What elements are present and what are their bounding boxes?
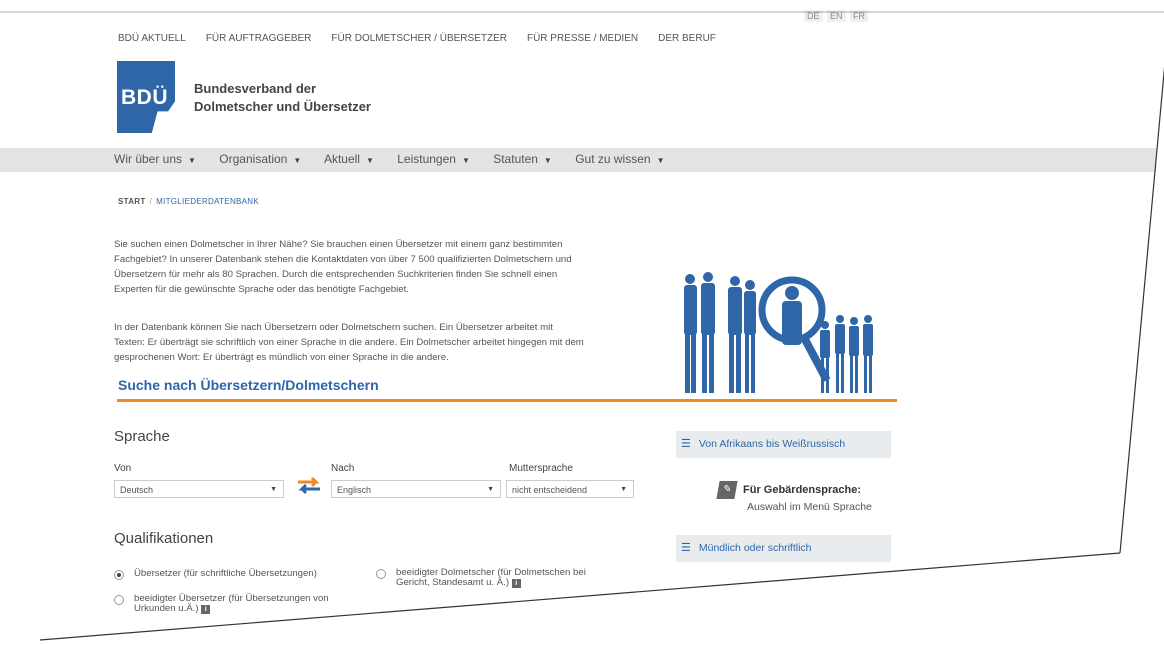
lang-fr[interactable]: FR: [850, 10, 868, 22]
qual-option-dolmetscher[interactable]: Dolm: [114, 627, 157, 639]
page-sheet: DE EN FR BDÜ AKTUELL FÜR AUFTRAGGEBER FÜ…: [0, 0, 1164, 645]
people-search-illustration: [684, 272, 873, 393]
von-select[interactable]: Deutsch ▼: [114, 480, 284, 498]
sign-language-title: Für Gebärdensprache:: [743, 484, 861, 496]
intro-line: Fachgebiet? In unserer Datenbank stehen …: [114, 254, 572, 265]
list-icon: ☰: [681, 438, 691, 450]
nach-label: Nach: [331, 463, 355, 474]
nach-select-value: Englisch: [337, 485, 372, 495]
section-divider: [117, 399, 897, 402]
info-icon[interactable]: i: [511, 579, 521, 588]
qual-option-label: Konf: [396, 599, 416, 610]
logo-text: BDÜ: [121, 86, 168, 109]
topnav-presse[interactable]: FÜR PRESSE / MEDIEN: [527, 33, 638, 44]
topnav-bdue-aktuell[interactable]: BDÜ AKTUELL: [118, 33, 186, 44]
intro-paragraph-1: Sie suchen einen Dolmetscher in Ihrer Nä…: [114, 237, 649, 297]
qual-option-label-text: Gericht, Standesamt u. Ä.): [396, 577, 510, 588]
caret-down-icon[interactable]: ▼: [544, 156, 552, 165]
org-name-line1: Bundesverband der: [194, 81, 317, 96]
chevron-down-icon: ▼: [487, 486, 494, 493]
intro-line: Experten für die gewünschte Sprache oder…: [114, 284, 409, 295]
topnav-beruf[interactable]: DER BERUF: [658, 33, 716, 44]
intro-line: Übersetzern für mehr als 80 Sprachen. Du…: [114, 269, 558, 280]
caret-down-icon[interactable]: ▼: [293, 156, 301, 165]
caret-down-icon[interactable]: ▼: [188, 156, 196, 165]
topnav-auftraggeber[interactable]: FÜR AUFTRAGGEBER: [206, 33, 312, 44]
search-section-title: Suche nach Übersetzern/Dolmetschern: [118, 377, 379, 393]
breadcrumb: START / MITGLIEDERDATENBANK: [118, 197, 259, 206]
intro-line: gesprochenen Wort: Er überträgt es mündl…: [114, 352, 449, 363]
info-icon[interactable]: i: [201, 605, 211, 614]
qual-option-label-text: Urkunden u.Ä.): [134, 603, 199, 614]
nach-select[interactable]: Englisch ▼: [331, 480, 501, 498]
qual-option-label: beeidigter Dolmetscher (für Dolmetschen …: [396, 568, 586, 588]
radio-icon[interactable]: [376, 569, 386, 579]
von-label: Von: [114, 463, 132, 474]
qual-option-label: Dolm: [134, 627, 157, 638]
lang-en[interactable]: EN: [827, 10, 846, 22]
caret-down-icon[interactable]: ▼: [657, 156, 665, 165]
topnav-dolmetscher[interactable]: FÜR DOLMETSCHER / ÜBERSETZER: [331, 33, 507, 44]
muttersprache-select[interactable]: nicht entscheidend ▼: [506, 480, 634, 498]
qual-option-konferenz[interactable]: Konf: [376, 599, 416, 611]
nav-organisation[interactable]: Organisation: [219, 152, 287, 166]
nav-leistungen[interactable]: Leistungen: [397, 152, 456, 166]
radio-selected-icon[interactable]: [114, 570, 124, 580]
caret-down-icon[interactable]: ▼: [366, 156, 374, 165]
sprache-heading: Sprache: [114, 428, 170, 445]
breadcrumb-start[interactable]: START: [118, 197, 146, 206]
main-nav: Wir über uns ▼ Organisation ▼ Aktuell ▼ Lei…: [114, 152, 684, 166]
top-nav: BDÜ AKTUELL FÜR AUFTRAGGEBER FÜR DOLMETS…: [118, 33, 736, 44]
languages-list-button[interactable]: ☰ Von Afrikaans bis Weißrussisch: [676, 431, 891, 458]
radio-icon[interactable]: [114, 629, 124, 639]
org-name: Bundesverband der Dolmetscher und Überse…: [194, 80, 371, 116]
caret-down-icon[interactable]: ▼: [462, 156, 470, 165]
qual-option-beeidigter-dolmetscher[interactable]: beeidigter Dolmetscher (für Dolmetschen …: [376, 568, 586, 588]
breadcrumb-current: MITGLIEDERDATENBANK: [156, 197, 260, 206]
intro-line: In der Datenbank können Sie nach Überset…: [114, 322, 553, 333]
paperclip-icon: ✎: [716, 481, 738, 499]
sign-language-subtitle: Auswahl im Menü Sprache: [747, 501, 872, 513]
breadcrumb-separator: /: [149, 197, 153, 206]
chevron-down-icon: ▼: [270, 486, 277, 493]
intro-line: Sie suchen einen Dolmetscher in Ihrer Nä…: [114, 239, 563, 250]
muttersprache-select-value: nicht entscheidend: [512, 485, 588, 495]
nav-aktuell[interactable]: Aktuell: [324, 152, 360, 166]
qual-option-label-line: Urkunden u.Ä.) i: [134, 604, 329, 614]
intro-paragraph-2: In der Datenbank können Sie nach Überset…: [114, 320, 649, 365]
qual-option-label: Übersetzer (für schriftliche Übersetzung…: [134, 568, 317, 579]
qualifikationen-heading: Qualifikationen: [114, 530, 214, 547]
nav-gut-zu-wissen[interactable]: Gut zu wissen: [575, 152, 650, 166]
radio-icon[interactable]: [376, 601, 386, 611]
swap-languages-icon[interactable]: [294, 474, 324, 496]
org-name-line2: Dolmetscher und Übersetzer: [194, 99, 371, 114]
intro-line: Texten: Er überträgt sie schriftlich von…: [114, 337, 584, 348]
qual-option-uebersetzer[interactable]: Übersetzer (für schriftliche Übersetzung…: [114, 568, 317, 580]
chevron-down-icon: ▼: [620, 486, 627, 493]
von-select-value: Deutsch: [120, 485, 154, 495]
mode-button[interactable]: ☰ Mündlich oder schriftlich: [676, 535, 891, 562]
list-icon: ☰: [681, 542, 691, 554]
qual-option-label-line: Gericht, Standesamt u. Ä.) i: [396, 578, 586, 588]
nav-wir-ueber-uns[interactable]: Wir über uns: [114, 152, 182, 166]
qual-option-beeidigter-uebersetzer[interactable]: beeidigter Übersetzer (für Übersetzungen…: [114, 594, 329, 614]
mode-button-label: Mündlich oder schriftlich: [698, 542, 812, 554]
radio-icon[interactable]: [114, 595, 124, 605]
languages-list-label: Von Afrikaans bis Weißrussisch: [698, 438, 846, 450]
qual-option-label: beeidigter Übersetzer (für Übersetzungen…: [134, 594, 329, 614]
muttersprache-label: Muttersprache: [509, 463, 573, 474]
lang-de[interactable]: DE: [804, 10, 823, 22]
nav-statuten[interactable]: Statuten: [493, 152, 538, 166]
